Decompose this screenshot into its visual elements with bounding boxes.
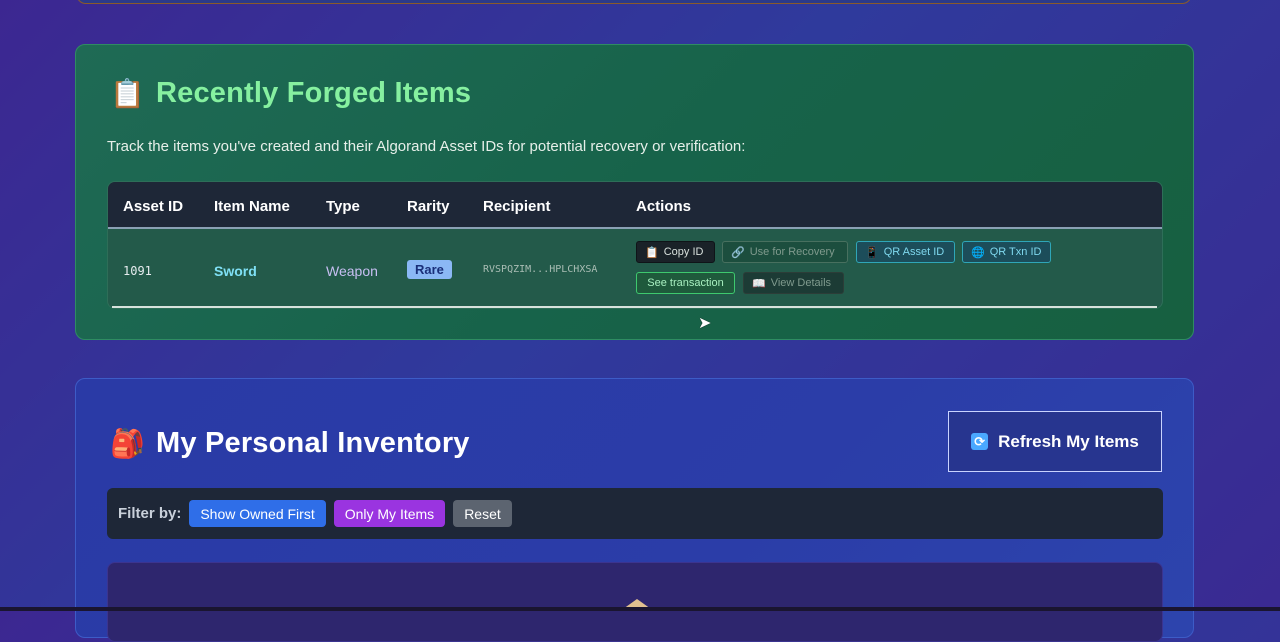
book-icon: 📖: [752, 277, 766, 290]
rarity-badge: Rare: [407, 260, 452, 279]
copy-id-button[interactable]: 📋 Copy ID: [636, 241, 715, 263]
view-details-button[interactable]: 📖 View Details: [743, 272, 844, 294]
show-owned-first-button[interactable]: Show Owned First: [189, 500, 326, 527]
view-details-label: View Details: [770, 277, 832, 289]
row-divider: [112, 306, 1157, 308]
refresh-label: Refresh My Items: [998, 431, 1139, 451]
use-for-recovery-label: Use for Recovery: [749, 246, 835, 258]
use-for-recovery-button[interactable]: 🔗 Use for Recovery: [722, 241, 848, 263]
qr-txn-id-label: QR Txn ID: [989, 246, 1042, 258]
col-actions: Actions: [636, 198, 692, 215]
col-item-name: Item Name: [214, 198, 290, 215]
forged-items-table: Asset ID Item Name Type Rarity Recipient…: [107, 181, 1163, 309]
backpack-icon: 🎒: [110, 427, 146, 459]
inventory-title-text: My Personal Inventory: [156, 427, 470, 459]
phone-icon: 📱: [865, 246, 879, 259]
qr-txn-id-button[interactable]: 🌐 QR Txn ID: [962, 241, 1051, 263]
filter-bar: Filter by: Show Owned First Only My Item…: [107, 488, 1163, 539]
qr-asset-id-label: QR Asset ID: [883, 246, 945, 258]
bottom-edge: [0, 607, 1280, 611]
inventory-grid: [107, 562, 1163, 642]
col-type: Type: [326, 198, 360, 215]
clipboard-icon: 📋: [645, 246, 659, 259]
globe-icon: 🌐: [971, 246, 985, 259]
filter-label: Filter by:: [118, 505, 182, 522]
see-transaction-button[interactable]: See transaction: [636, 272, 735, 294]
mouse-cursor-icon: ➤: [698, 315, 712, 332]
col-recipient: Recipient: [483, 198, 551, 215]
qr-asset-id-button[interactable]: 📱 QR Asset ID: [856, 241, 955, 263]
table-header: Asset ID Item Name Type Rarity Recipient…: [108, 182, 1162, 229]
clipboard-icon: 📋: [110, 77, 146, 109]
forged-description: Track the items you've created and their…: [107, 138, 746, 155]
reset-filter-button[interactable]: Reset: [453, 500, 512, 527]
previous-card-edge: [76, 0, 1192, 4]
refresh-my-items-button[interactable]: ⟳ Refresh My Items: [948, 411, 1162, 472]
asset-id-cell: 1091: [123, 264, 152, 278]
only-my-items-button[interactable]: Only My Items: [333, 500, 446, 527]
inventory-section-title: 🎒 My Personal Inventory: [110, 427, 470, 460]
recipient-address: RVSPQZIM...HPLCHXSA: [483, 264, 598, 275]
forged-section-title: 📋 Recently Forged Items: [110, 77, 471, 110]
recently-forged-card: 📋 Recently Forged Items Track the items …: [75, 44, 1194, 340]
col-rarity: Rarity: [407, 198, 450, 215]
col-asset-id: Asset ID: [123, 198, 184, 215]
item-type-cell: Weapon: [326, 263, 378, 279]
personal-inventory-card: 🎒 My Personal Inventory ⟳ Refresh My Ite…: [75, 378, 1194, 642]
see-transaction-label: See transaction: [647, 277, 724, 289]
copy-id-label: Copy ID: [663, 246, 704, 258]
refresh-icon: ⟳: [971, 433, 989, 450]
forged-title-text: Recently Forged Items: [156, 77, 472, 109]
item-name-link[interactable]: Sword: [214, 263, 257, 279]
link-icon: 🔗: [731, 246, 745, 259]
